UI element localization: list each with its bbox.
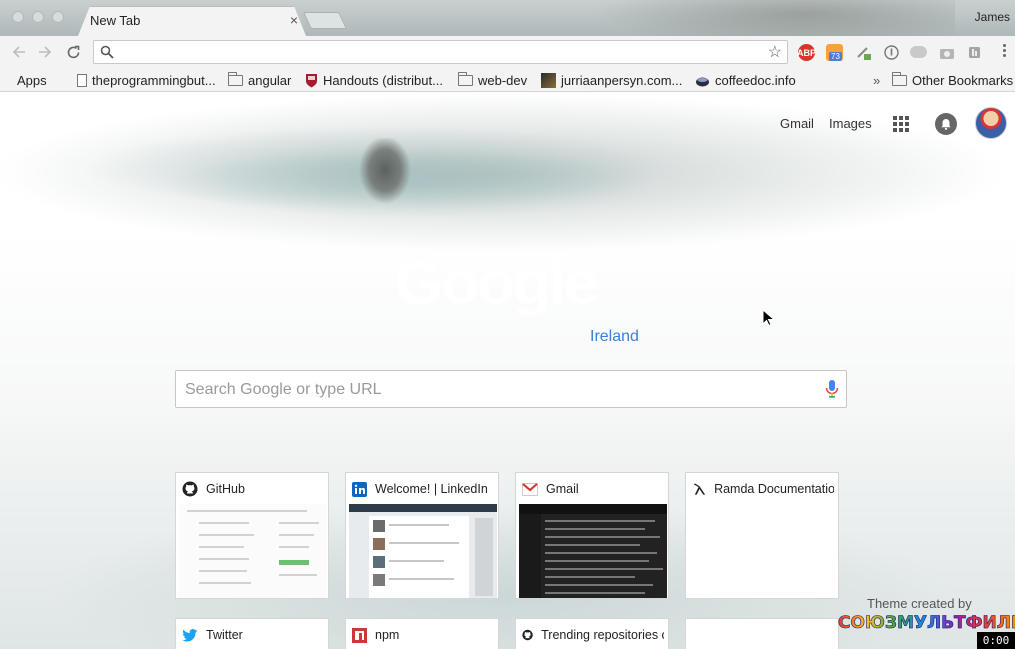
bookmark-folder-web-dev[interactable]: web-dev — [458, 71, 528, 88]
reload-button[interactable] — [62, 41, 84, 63]
bookmark-apps[interactable]: Apps — [12, 72, 47, 88]
folder-icon — [892, 71, 907, 86]
harvard-shield-icon — [306, 73, 317, 87]
twitter-icon — [182, 628, 198, 642]
tile-thumbnail — [349, 504, 497, 598]
bookmark-label: Other Bookmarks — [912, 72, 1014, 88]
tab-new-tab[interactable]: New Tab × — [78, 6, 306, 36]
search-box[interactable]: Search Google or type URL — [175, 370, 847, 408]
ramda-icon — [693, 482, 706, 495]
bookmark-other-bookmarks[interactable]: Other Bookmarks — [892, 71, 1014, 88]
tile-thumbnail — [179, 504, 327, 598]
microphone-icon[interactable] — [825, 379, 839, 399]
info-circle-icon[interactable] — [883, 44, 900, 61]
puzzle-extension-icon[interactable] — [855, 44, 872, 61]
gmail-icon — [522, 482, 538, 496]
back-button[interactable] — [8, 41, 30, 63]
github-icon — [182, 481, 198, 497]
google-logo-region: Ireland — [590, 328, 639, 345]
gmail-link[interactable]: Gmail — [780, 116, 814, 131]
recording-timer: 0:00 — [977, 632, 1015, 649]
reload-icon — [67, 45, 79, 58]
profile-name[interactable]: James — [975, 10, 1010, 24]
notifications-bell-icon[interactable] — [935, 113, 957, 135]
bookmark-label: Apps — [17, 72, 47, 88]
bookmark-star-icon[interactable]: ☆ — [768, 42, 782, 62]
google-apps-icon[interactable] — [893, 116, 909, 132]
cloud-icon[interactable] — [910, 46, 927, 58]
search-placeholder: Search Google or type URL — [185, 381, 382, 398]
bookmark-handouts[interactable]: Handouts (distribut... — [305, 72, 443, 88]
folder-icon — [228, 71, 243, 86]
search-icon — [100, 45, 114, 59]
most-visited-tile-twitter[interactable]: Twitter — [175, 618, 329, 649]
most-visited-tile-linkedin[interactable]: Welcome! | LinkedIn — [345, 472, 499, 599]
chrome-menu-icon[interactable] — [1003, 44, 1007, 60]
toolbar: ☆ ABP 73 — [0, 36, 1015, 68]
most-visited-tile-ramda[interactable]: Ramda Documentation — [685, 472, 839, 599]
linkedin-icon — [352, 481, 367, 497]
tile-title: GitHub — [206, 482, 245, 496]
npm-icon — [352, 627, 367, 643]
rss-feed-icon[interactable]: 73 — [826, 44, 843, 61]
most-visited-tile-gmail[interactable]: Gmail — [515, 472, 669, 599]
plugin-icon[interactable] — [966, 44, 983, 61]
tile-thumbnail — [689, 504, 837, 598]
folder-icon — [458, 71, 473, 86]
window-zoom-button[interactable] — [52, 11, 64, 23]
tile-title: Trending repositories on GitHub — [541, 628, 664, 642]
theme-creator-logo[interactable]: СОЮЗМУЛЬТФИЛЬМ — [838, 613, 1015, 634]
tile-title: Ramda Documentation — [714, 482, 834, 496]
most-visited-tile-npm[interactable]: npm — [345, 618, 499, 649]
tile-title: npm — [375, 628, 400, 642]
tile-thumbnail — [519, 504, 667, 598]
bookmark-label: Handouts (distribut... — [323, 72, 443, 88]
most-visited-tile-empty[interactable] — [685, 618, 839, 649]
arrow-right-icon — [39, 46, 52, 58]
tab-strip: New Tab × James — [0, 0, 1015, 36]
bookmark-jurriaanpersyn[interactable]: jurriaanpersyn.com... — [541, 72, 682, 88]
adblock-plus-icon[interactable]: ABP — [797, 44, 816, 61]
page-icon — [77, 73, 87, 87]
theme-credit: Theme created by — [867, 596, 972, 611]
new-tab-button[interactable] — [303, 12, 347, 29]
most-visited-tile-github[interactable]: GitHub — [175, 472, 329, 599]
tab-close-icon[interactable]: × — [290, 12, 298, 28]
bookmark-label: theprogrammingbut... — [92, 72, 216, 88]
google-logo[interactable]: Google — [395, 248, 599, 319]
bookmark-theprogrammingbutler[interactable]: theprogrammingbut... — [77, 72, 216, 88]
tab-title: New Tab — [90, 13, 141, 28]
window-close-button[interactable] — [12, 11, 24, 23]
bookmark-label: web-dev — [478, 72, 528, 88]
bookmark-label: jurriaanpersyn.com... — [561, 72, 683, 88]
mouse-cursor-icon — [762, 309, 774, 327]
theme-hedgehog-image — [355, 138, 415, 208]
most-visited-tile-trending-github[interactable]: Trending repositories on GitHub — [515, 618, 669, 649]
tile-title: Twitter — [206, 628, 243, 642]
omnibox[interactable]: ☆ — [93, 40, 788, 64]
forward-button[interactable] — [34, 41, 56, 63]
arrow-left-icon — [12, 46, 25, 58]
window-minimize-button[interactable] — [32, 11, 44, 23]
new-tab-page: Gmail Images Google Ireland Search Googl… — [0, 93, 1015, 649]
bookmarks-bar: Apps theprogrammingbut... angular Handou… — [0, 68, 1015, 92]
rss-badge: 73 — [829, 52, 842, 61]
bookmarks-overflow-button[interactable]: » — [873, 72, 880, 88]
site-favicon-icon — [541, 72, 556, 88]
tile-title: Welcome! | LinkedIn — [375, 482, 488, 496]
images-link[interactable]: Images — [829, 116, 872, 131]
camera-icon[interactable] — [938, 44, 955, 61]
bookmark-label: angular — [248, 72, 292, 88]
bookmark-coffeedoc[interactable]: coffeedoc.info — [695, 72, 796, 88]
coffee-icon — [696, 77, 709, 86]
account-avatar[interactable] — [975, 107, 1007, 139]
github-icon — [522, 629, 533, 641]
bookmark-label: coffeedoc.info — [715, 72, 796, 88]
bookmark-folder-angular[interactable]: angular — [228, 71, 292, 88]
tile-title: Gmail — [546, 482, 579, 496]
